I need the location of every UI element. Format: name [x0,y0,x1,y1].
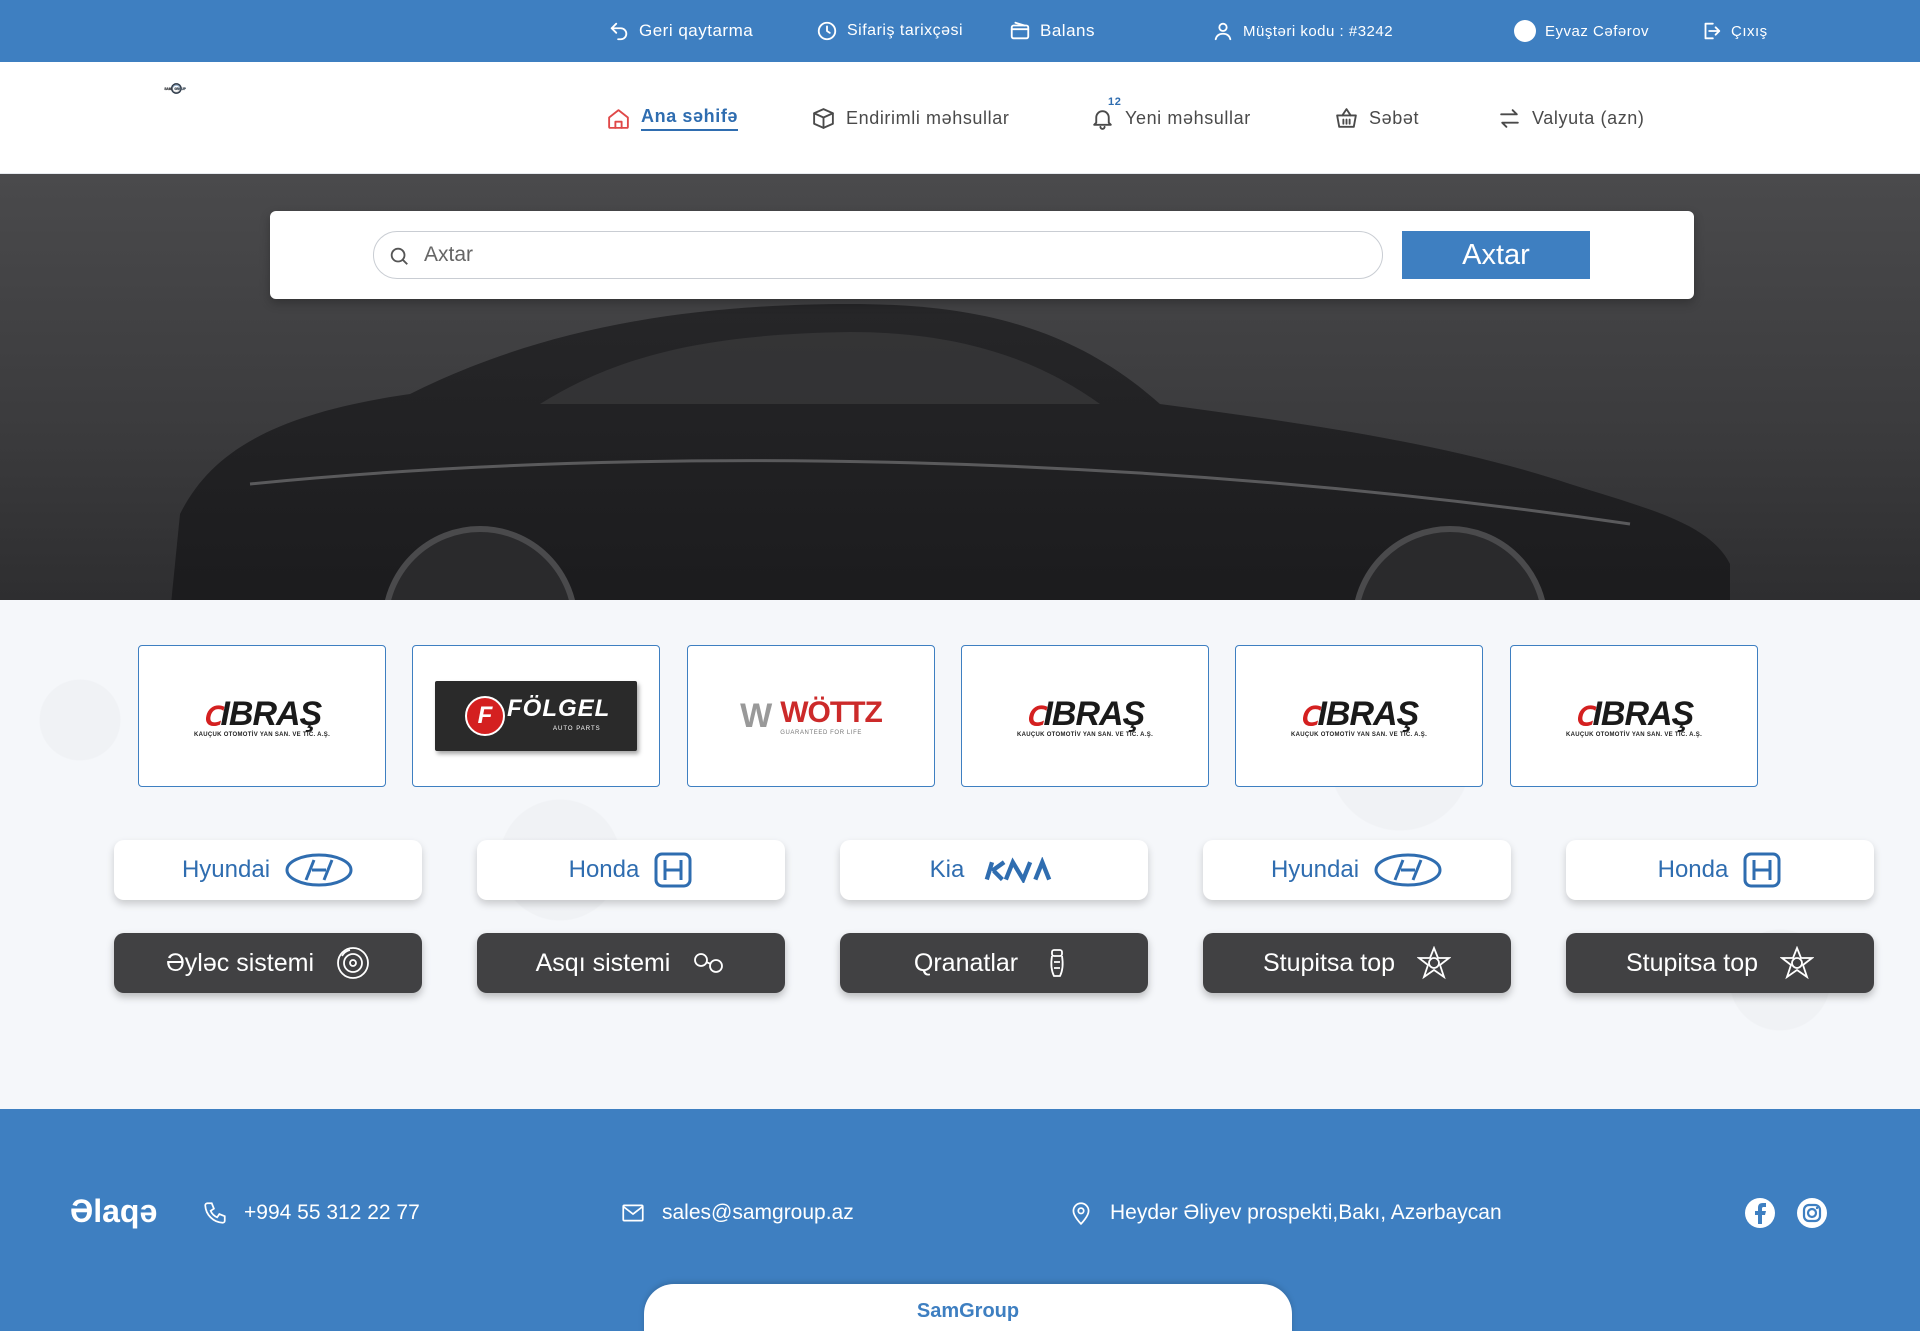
suspension-icon [694,953,724,973]
kia-logo-icon [985,857,1052,883]
svg-text:GROUP: GROUP [174,87,186,91]
search-panel: Axtar Axtar [270,211,1694,299]
footer-title: Əlaqə [70,1193,158,1229]
ibras-logo: ⅽIBRAŞ KAUÇUK OTOMOTİV YAN SAN. VE TİC. … [1290,695,1428,738]
nav-cart[interactable]: Səbət [1334,62,1419,174]
make-button-hyundai[interactable]: Hyundai [114,840,422,900]
footer-email[interactable]: sales@samgroup.az [620,1193,854,1233]
search-icon [390,247,408,265]
ibras-logo: ⅽIBRAŞ KAUÇUK OTOMOTİV YAN SAN. VE TİC. … [193,695,331,738]
honda-logo-icon [654,852,692,888]
category-button-wheel-hub[interactable]: Stupitsa top [1566,933,1874,993]
brand-card[interactable]: ⅽIBRAŞ KAUÇUK OTOMOTİV YAN SAN. VE TİC. … [961,645,1209,787]
wheel-hub-icon [1780,946,1815,980]
ibras-logo: ⅽIBRAŞ KAUÇUK OTOMOTİV YAN SAN. VE TİC. … [1016,695,1154,738]
sam-group-logo[interactable]: SAM GROUP [164,76,314,152]
ibras-logo: ⅽIBRAŞ KAUÇUK OTOMOTİV YAN SAN. VE TİC. … [1565,695,1703,738]
main-nav: SAM GROUP Ana səhifə Endirimli məhsullar… [0,62,1920,174]
facebook-icon [1745,1198,1775,1228]
nav-discounted[interactable]: Endirimli məhsullar [811,62,1009,174]
nav-new-products[interactable]: 12 Yeni məhsullar [1090,62,1251,174]
home-icon [608,108,629,129]
cv-joint-icon [1050,949,1064,977]
instagram-icon [1797,1198,1827,1228]
return-link[interactable]: Geri qaytarma [608,0,753,62]
hyundai-logo-icon [1374,853,1442,887]
car-silhouette [171,304,1730,600]
new-count-badge: 12 [1108,96,1122,108]
hero-banner: Axtar Axtar [0,174,1920,600]
user-icon [1214,22,1232,41]
nav-home[interactable]: Ana səhifə [606,62,739,174]
category-button-suspension[interactable]: Asqı sistemi [477,933,785,993]
footer-phone[interactable]: +994 55 312 22 77 [202,1193,420,1233]
make-button-honda[interactable]: Honda [1566,840,1874,900]
history-icon [817,21,837,41]
make-button-kia[interactable]: Kia [840,840,1148,900]
wottz-logo: W WÖTTZ GUARANTEED FOR LIFE [740,696,883,736]
bell-icon [1093,109,1112,130]
brand-card[interactable]: ⅽIBRAŞ KAUÇUK OTOMOTİV YAN SAN. VE TİC. … [1235,645,1483,787]
basket-icon [1336,107,1357,128]
brand-card[interactable]: ⅽIBRAŞ KAUÇUK OTOMOTİV YAN SAN. VE TİC. … [1510,645,1758,787]
category-button-wheel-hub[interactable]: Stupitsa top [1203,933,1511,993]
footer-brand-tab: SamGroup [644,1284,1292,1331]
facebook-link[interactable] [1740,1193,1780,1233]
category-button-brakes[interactable]: Əyləc sistemi [114,933,422,993]
wheel-hub-icon [1417,946,1452,980]
top-bar: Geri qaytarma Sifariş tarixçəsi Balans M… [0,0,1920,62]
avatar [1514,20,1536,42]
category-button-cv-joints[interactable]: Qranatlar [840,933,1148,993]
honda-logo-icon [1743,852,1781,888]
order-history-link[interactable]: Sifariş tarixçəsi [816,0,963,62]
logout-icon [1704,22,1721,40]
phone-icon [204,1202,226,1224]
location-pin-icon [1072,1202,1090,1226]
footer: Əlaqə +994 55 312 22 77 sales@samgroup.a… [0,1109,1920,1331]
customer-code: Müştəri kodu : #3242 [1212,0,1393,62]
brand-card[interactable]: W WÖTTZ GUARANTEED FOR LIFE [687,645,935,787]
svg-text:SAM: SAM [164,87,171,91]
undo-icon [610,22,628,41]
instagram-link[interactable] [1792,1193,1832,1233]
nav-currency[interactable]: Valyuta (azn) [1497,62,1645,174]
footer-address: Heydər Əliyev prospekti,Bakı, Azərbaycan [1068,1193,1502,1233]
wallet-icon [1010,21,1030,40]
brand-card[interactable]: F FÖLGEL AUTO PARTS [412,645,660,787]
folgel-logo: F FÖLGEL AUTO PARTS [435,681,637,751]
make-button-hyundai[interactable]: Hyundai [1203,840,1511,900]
exchange-icon [1500,108,1519,128]
user-profile[interactable]: Eyvaz Cəfərov [1514,0,1649,62]
brake-disc-icon [337,947,369,979]
logout-link[interactable]: Çıxış [1700,0,1768,62]
make-button-honda[interactable]: Honda [477,840,785,900]
hyundai-logo-icon [285,853,353,887]
brand-card[interactable]: ⅽIBRAŞ KAUÇUK OTOMOTİV YAN SAN. VE TİC. … [138,645,386,787]
box-icon [813,107,834,129]
balance-link[interactable]: Balans [1009,0,1095,62]
search-input[interactable]: Axtar [373,231,1383,279]
mail-icon [622,1204,644,1222]
search-button[interactable]: Axtar [1402,231,1590,279]
